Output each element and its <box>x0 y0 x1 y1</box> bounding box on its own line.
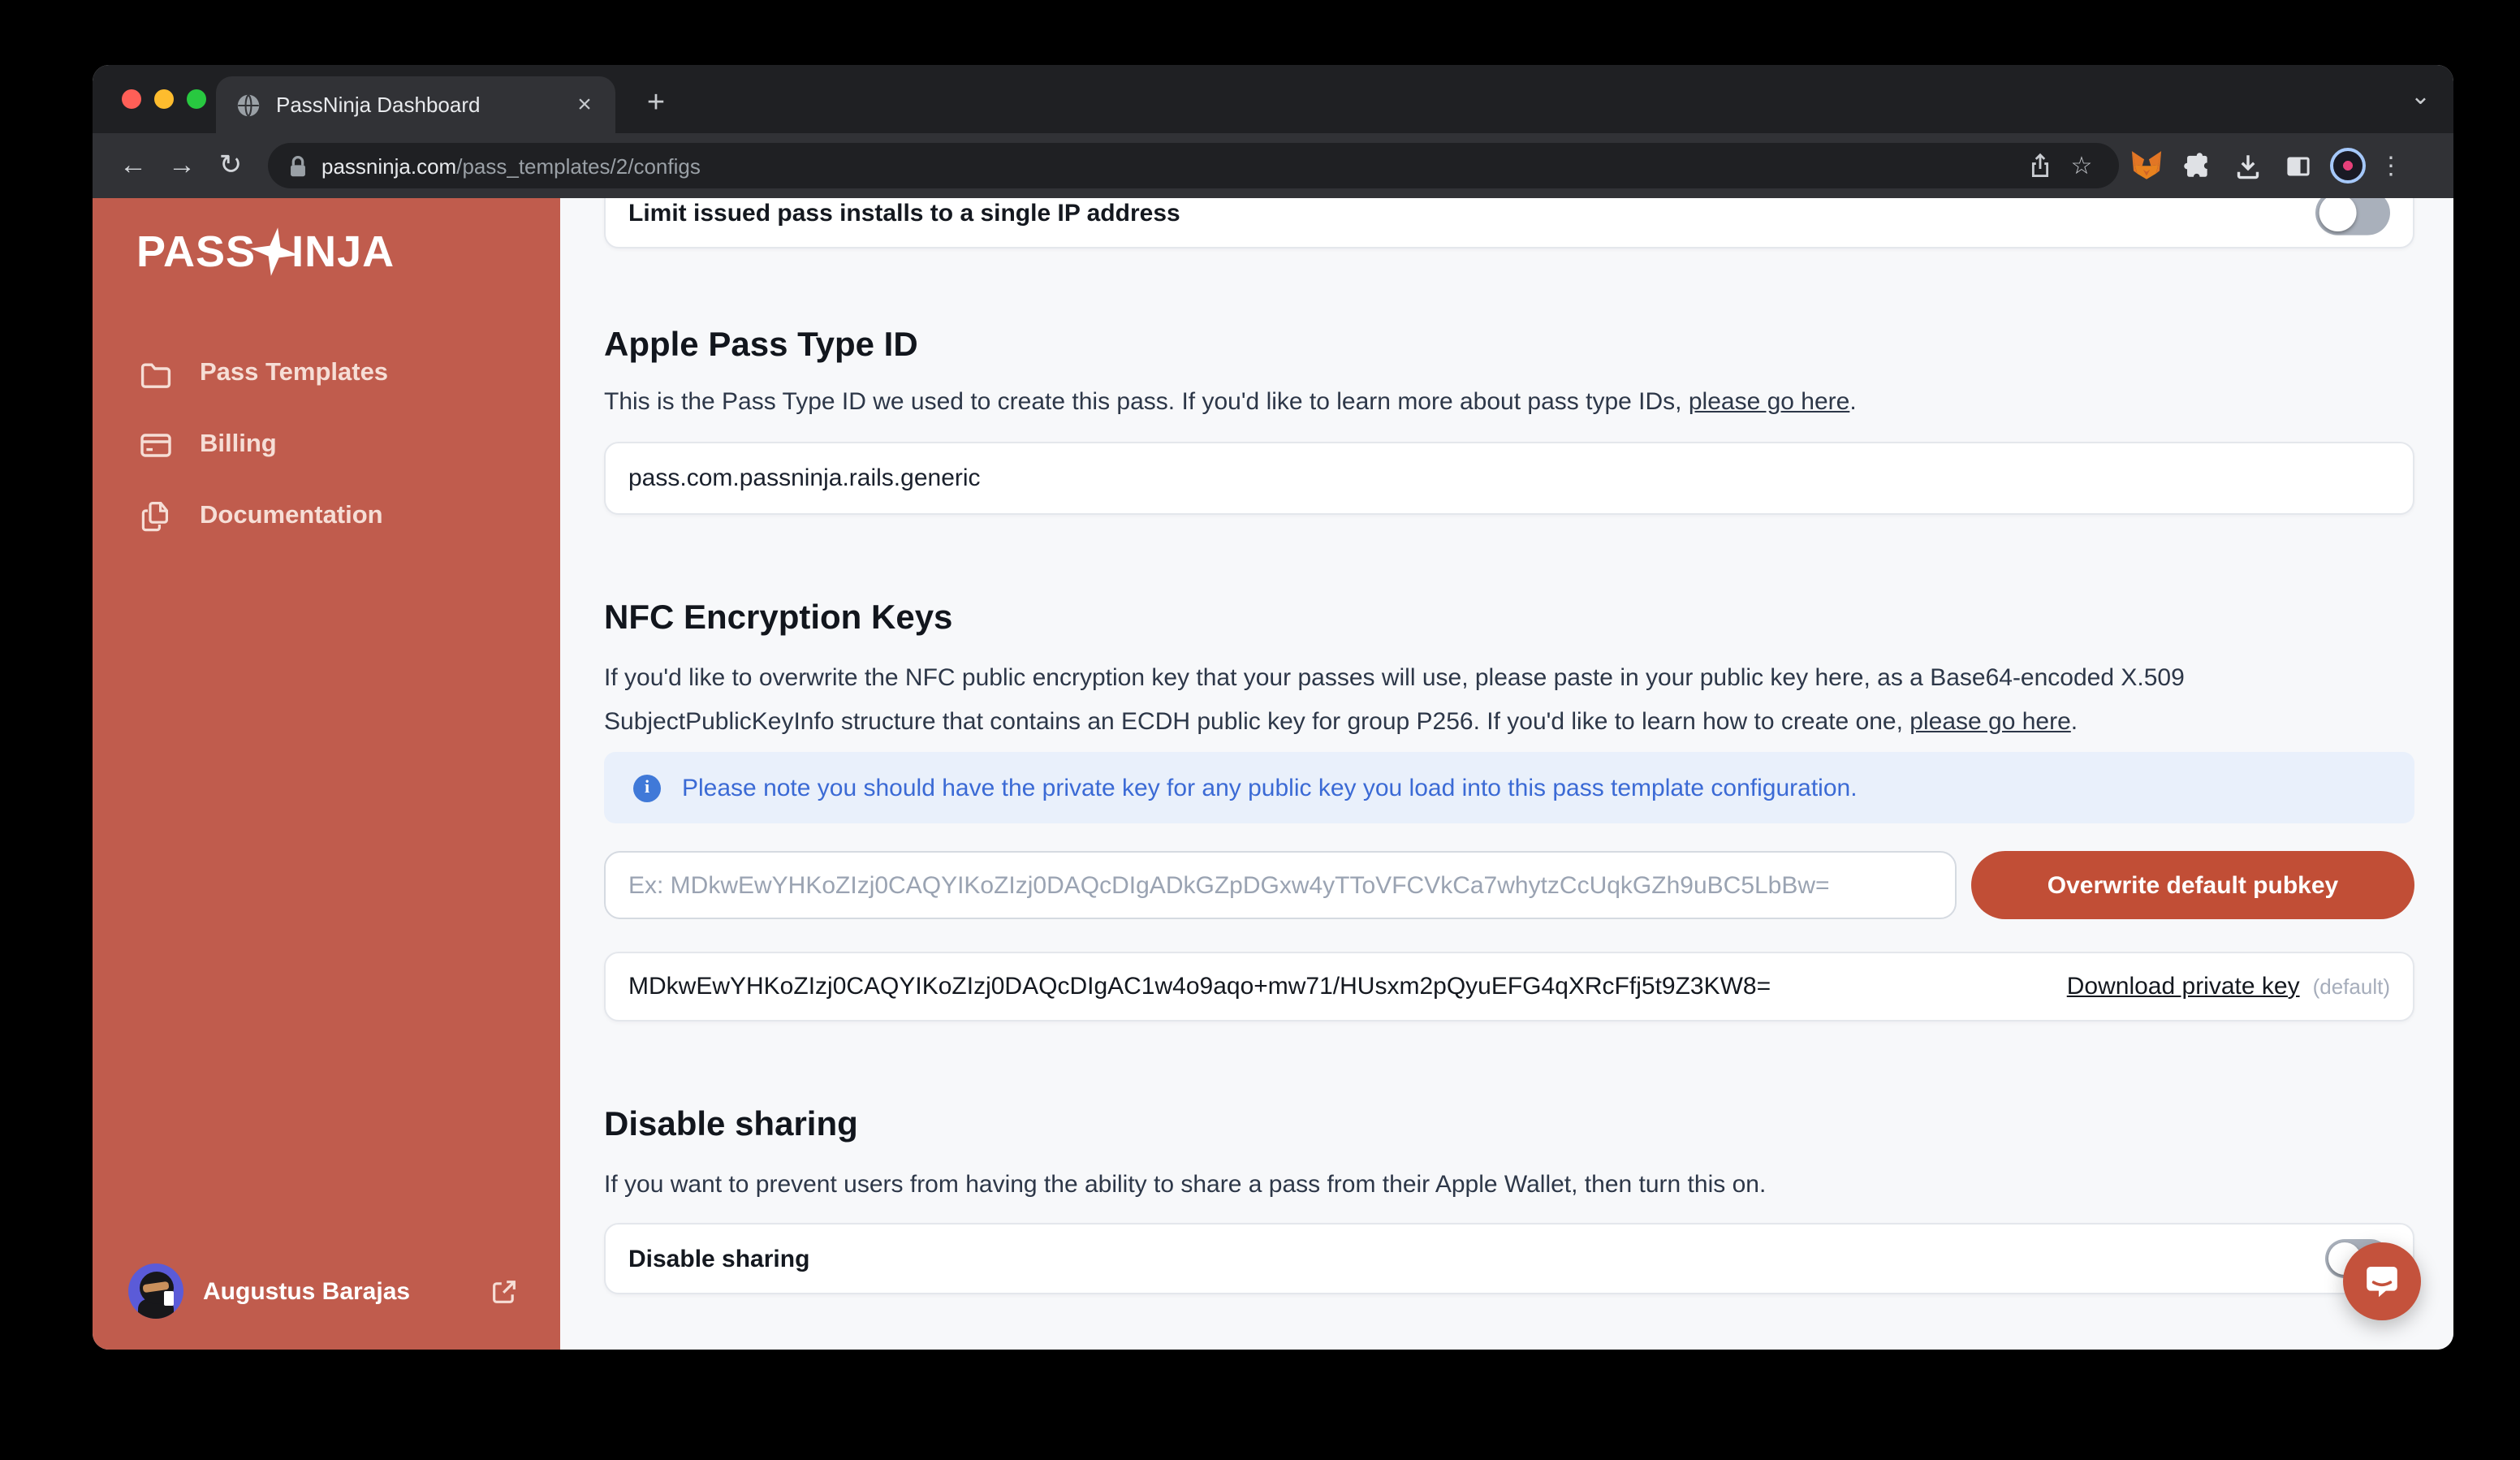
overwrite-default-pubkey-button[interactable]: Overwrite default pubkey <box>1971 851 2414 919</box>
default-tag: (default) <box>2312 974 2390 999</box>
browser-toolbar: ← → ↻ passninja.com/pass_templates/2/con… <box>93 133 2453 198</box>
minimize-window-button[interactable] <box>154 89 174 109</box>
user-avatar <box>128 1263 183 1319</box>
side-panel-icon[interactable] <box>2275 141 2320 190</box>
sidebar-item-billing[interactable]: Billing <box>93 409 560 481</box>
user-name: Augustus Barajas <box>203 1277 411 1305</box>
credit-card-icon <box>138 427 174 463</box>
sidebar-nav: Pass Templates Billing Documentation <box>93 338 560 552</box>
browser-window: PassNinja Dashboard × + ⌄ ← → ↻ passninj… <box>93 65 2453 1350</box>
ip-limit-label: Limit issued pass installs to a single I… <box>628 199 1180 227</box>
bookmark-star-icon[interactable]: ☆ <box>2060 145 2103 187</box>
share-icon[interactable] <box>2018 145 2060 187</box>
nfc-description: If you'd like to overwrite the NFC publi… <box>604 656 2414 744</box>
nfc-desc-period: . <box>2070 708 2078 736</box>
downloads-icon[interactable] <box>2224 141 2270 190</box>
url-path: /pass_templates/2/configs <box>456 153 701 178</box>
pubkey-input[interactable] <box>604 851 1957 919</box>
globe-icon <box>237 93 260 116</box>
app-body: PASS INJA Pass Templates Billing Documen… <box>93 198 2453 1350</box>
tab-close-icon[interactable]: × <box>570 90 599 119</box>
lock-icon <box>291 155 305 176</box>
sidebar-item-label: Pass Templates <box>200 359 389 387</box>
user-account-row[interactable]: Augustus Barajas <box>93 1255 560 1327</box>
reload-button[interactable]: ↻ <box>206 141 255 190</box>
nfc-encryption-keys-title: NFC Encryption Keys <box>604 599 953 637</box>
pass-type-id-value: pass.com.passninja.rails.generic <box>628 464 981 492</box>
nfc-please-go-here-link[interactable]: please go here <box>1909 708 2071 736</box>
disable-sharing-label: Disable sharing <box>628 1245 810 1272</box>
close-window-button[interactable] <box>122 89 141 109</box>
logo-text-left: PASS <box>136 227 257 275</box>
fullscreen-window-button[interactable] <box>187 89 206 109</box>
back-button[interactable]: ← <box>109 141 158 190</box>
tab-strip: PassNinja Dashboard × + ⌄ <box>93 65 2453 133</box>
apple-pass-type-id-description: This is the Pass Type ID we used to crea… <box>604 380 2414 424</box>
sidebar-item-label: Billing <box>200 430 277 458</box>
disable-sharing-title: Disable sharing <box>604 1106 858 1143</box>
sidebar: PASS INJA Pass Templates Billing Documen… <box>93 198 560 1350</box>
tab-search-chevron-icon[interactable]: ⌄ <box>2410 81 2431 110</box>
chat-bubble-icon <box>2367 1267 2397 1298</box>
disable-sharing-row: Disable sharing <box>604 1223 2414 1294</box>
ip-limit-toggle[interactable] <box>2315 198 2390 235</box>
browser-menu-icon[interactable]: ⋮ <box>2379 151 2403 180</box>
sidebar-item-documentation[interactable]: Documentation <box>93 481 560 552</box>
disable-sharing-description: If you want to prevent users from having… <box>604 1171 1767 1199</box>
apple-pass-type-id-title: Apple Pass Type ID <box>604 326 918 364</box>
new-tab-button[interactable]: + <box>635 83 677 125</box>
intercom-chat-button[interactable] <box>2343 1242 2421 1320</box>
address-bar[interactable]: passninja.com/pass_templates/2/configs ☆ <box>268 143 2119 188</box>
ninja-star-icon <box>249 227 298 276</box>
apple-please-go-here-link[interactable]: please go here <box>1689 388 1850 416</box>
pubkey-input-row: Overwrite default pubkey <box>604 851 2414 919</box>
main-content: Limit issued pass installs to a single I… <box>560 198 2453 1350</box>
extensions-puzzle-icon[interactable] <box>2174 141 2220 190</box>
external-link-icon[interactable] <box>490 1277 518 1305</box>
sidebar-item-label: Documentation <box>200 502 383 529</box>
documents-icon <box>138 499 174 534</box>
apple-desc-text: This is the Pass Type ID we used to crea… <box>604 388 1689 416</box>
passninja-logo[interactable]: PASS INJA <box>136 224 395 279</box>
private-key-note: i Please note you should have the privat… <box>604 752 2414 823</box>
note-text: Please note you should have the private … <box>682 774 1858 801</box>
tab-title: PassNinja Dashboard <box>276 93 481 117</box>
browser-profile-avatar[interactable] <box>2330 148 2366 184</box>
apple-desc-period: . <box>1849 388 1857 416</box>
logo-text-right: INJA <box>291 227 395 275</box>
current-key-row: MDkwEwYHKoZIzj0CAQYIKoZIzj0DAQcDIgAC1w4o… <box>604 952 2414 1022</box>
tab-passninja-dashboard[interactable]: PassNinja Dashboard × <box>216 76 615 133</box>
current-key-value: MDkwEwYHKoZIzj0CAQYIKoZIzj0DAQcDIgAC1w4o… <box>628 973 1771 1000</box>
download-private-key-link[interactable]: Download private key <box>2067 973 2300 1000</box>
screenshot-stage: PassNinja Dashboard × + ⌄ ← → ↻ passninj… <box>0 0 2520 1460</box>
configs-page: Limit issued pass installs to a single I… <box>604 198 2414 1350</box>
url-host: passninja.com <box>321 153 457 178</box>
url-text: passninja.com/pass_templates/2/configs <box>321 153 2018 178</box>
sidebar-item-pass-templates[interactable]: Pass Templates <box>93 338 560 409</box>
info-icon: i <box>633 774 661 801</box>
pass-type-id-value-box[interactable]: pass.com.passninja.rails.generic <box>604 442 2414 515</box>
folder-icon <box>138 356 174 391</box>
metamask-extension-icon[interactable] <box>2124 141 2169 190</box>
forward-button[interactable]: → <box>158 141 206 190</box>
window-controls <box>122 89 206 109</box>
ip-limit-row: Limit issued pass installs to a single I… <box>604 198 2414 248</box>
